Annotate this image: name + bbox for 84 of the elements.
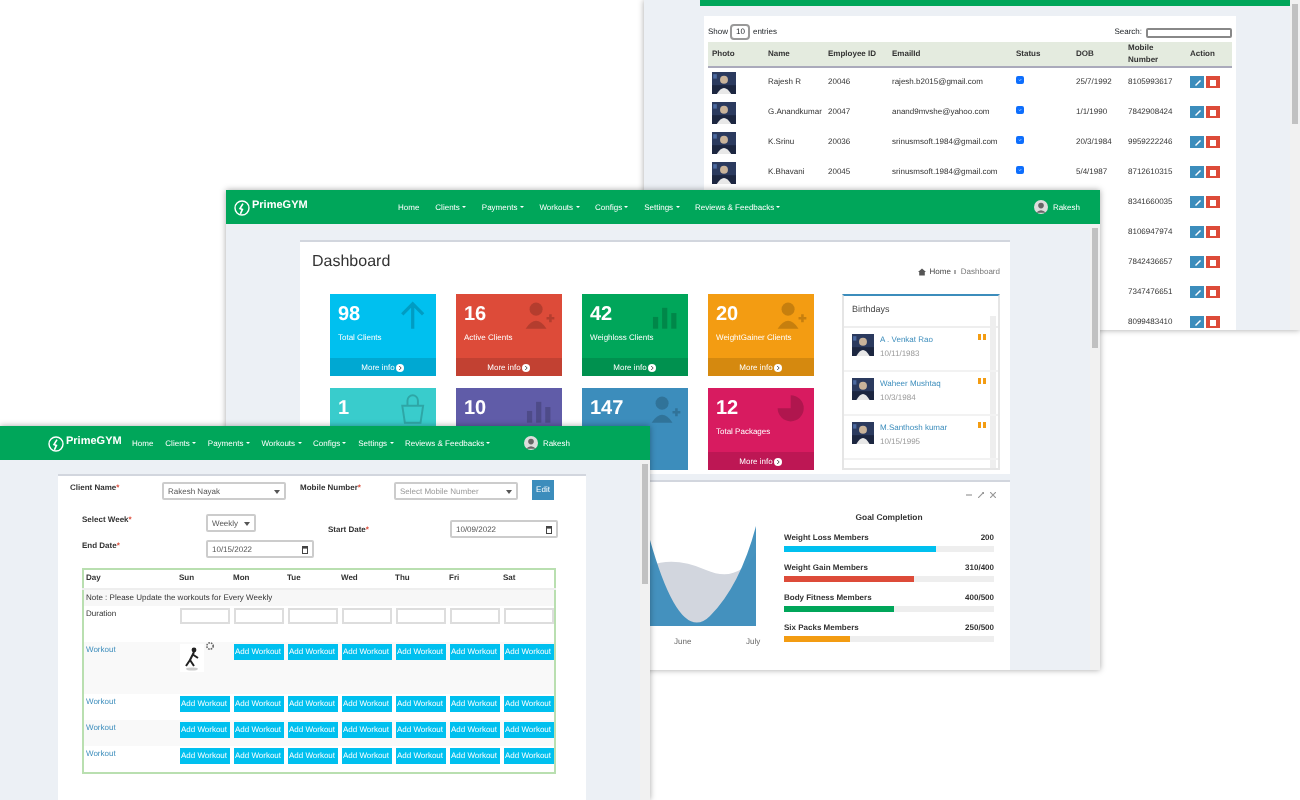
home-icon xyxy=(917,268,926,276)
edit-button[interactable] xyxy=(1190,196,1204,208)
scrollbar[interactable] xyxy=(1290,0,1300,330)
edit-button[interactable] xyxy=(1190,286,1204,298)
person-plus-icon xyxy=(650,394,682,424)
page-title: Dashboard xyxy=(312,250,391,274)
stat-value: 10 xyxy=(464,400,487,420)
delete-icon xyxy=(1210,319,1216,325)
delete-button[interactable] xyxy=(1206,316,1220,328)
stat-value: 147 xyxy=(590,400,624,420)
shopping-bag-icon xyxy=(398,394,430,424)
edit-button[interactable] xyxy=(1190,256,1204,268)
status-checkbox[interactable] xyxy=(1016,106,1024,114)
delete-button[interactable] xyxy=(1206,196,1220,208)
dropdown-arrow-icon xyxy=(244,521,250,525)
arrow-circle-icon xyxy=(774,457,783,465)
calendar-icon xyxy=(302,545,308,553)
delete-button[interactable] xyxy=(1206,136,1220,148)
dropdown-arrow-icon xyxy=(274,489,280,493)
delete-button[interactable] xyxy=(1206,226,1220,238)
logo-icon xyxy=(48,435,64,451)
delete-button[interactable] xyxy=(1206,106,1220,118)
duration-input[interactable] xyxy=(395,608,445,624)
dropdown-arrow-icon xyxy=(506,489,512,493)
edit-button[interactable] xyxy=(1190,76,1204,89)
stat-value: 98 xyxy=(338,306,361,326)
duration-input[interactable] xyxy=(503,608,553,624)
stat-value: 1 xyxy=(338,400,350,420)
delete-icon xyxy=(1210,169,1216,175)
stat-value: 20 xyxy=(716,306,739,326)
arrow-circle-icon xyxy=(522,363,531,371)
duration-input[interactable] xyxy=(233,608,283,624)
delete-icon xyxy=(1210,199,1216,205)
delete-button[interactable] xyxy=(1206,166,1220,178)
edit-button[interactable] xyxy=(1190,136,1204,148)
delete-icon xyxy=(1210,139,1216,145)
logo-icon xyxy=(234,199,250,215)
person-plus-icon xyxy=(524,300,556,330)
delete-icon xyxy=(1210,79,1216,86)
pencil-icon xyxy=(1193,78,1201,87)
user-avatar[interactable] xyxy=(524,436,539,450)
person-plus-icon xyxy=(776,300,808,330)
arrow-up-icon xyxy=(398,300,430,330)
delete-icon xyxy=(1210,289,1216,295)
search-field[interactable] xyxy=(1146,27,1232,37)
pencil-icon xyxy=(1193,108,1201,116)
expand-icon[interactable] xyxy=(978,492,984,498)
pencil-icon xyxy=(1193,198,1201,206)
delete-icon xyxy=(1210,109,1216,115)
status-checkbox[interactable] xyxy=(1016,166,1024,174)
pencil-icon xyxy=(1193,258,1201,266)
pencil-icon xyxy=(1193,138,1201,146)
delete-icon xyxy=(1210,259,1216,265)
pencil-icon xyxy=(1193,288,1201,296)
stat-value: 16 xyxy=(464,306,487,326)
delete-button[interactable] xyxy=(1206,76,1220,89)
minimize-icon[interactable] xyxy=(966,492,972,498)
delete-button[interactable] xyxy=(1206,286,1220,298)
delete-icon xyxy=(1210,229,1216,235)
status-checkbox[interactable] xyxy=(1016,76,1024,85)
stat-value: 12 xyxy=(716,400,739,420)
duration-input[interactable] xyxy=(179,608,229,624)
gear-icon[interactable] xyxy=(205,642,213,650)
duration-input[interactable] xyxy=(287,608,337,624)
status-checkbox[interactable] xyxy=(1016,136,1024,144)
pencil-icon xyxy=(1193,168,1201,176)
scrollbar[interactable] xyxy=(640,460,650,800)
duration-input[interactable] xyxy=(449,608,499,624)
close-icon[interactable] xyxy=(990,492,996,498)
arrow-circle-icon xyxy=(648,363,657,371)
user-avatar[interactable] xyxy=(1034,200,1049,214)
edit-button[interactable] xyxy=(1190,166,1204,178)
edit-button[interactable] xyxy=(1190,226,1204,238)
stat-value: 42 xyxy=(590,306,613,326)
scrollbar[interactable] xyxy=(1090,224,1100,670)
delete-button[interactable] xyxy=(1206,256,1220,268)
arrow-circle-icon xyxy=(396,363,405,371)
arrow-circle-icon xyxy=(774,363,783,371)
calendar-icon xyxy=(546,525,552,533)
edit-button[interactable] xyxy=(1190,106,1204,118)
pencil-icon xyxy=(1193,228,1201,236)
duration-input[interactable] xyxy=(341,608,391,624)
edit-button[interactable] xyxy=(1190,316,1204,328)
pie-chart-icon xyxy=(776,394,808,424)
